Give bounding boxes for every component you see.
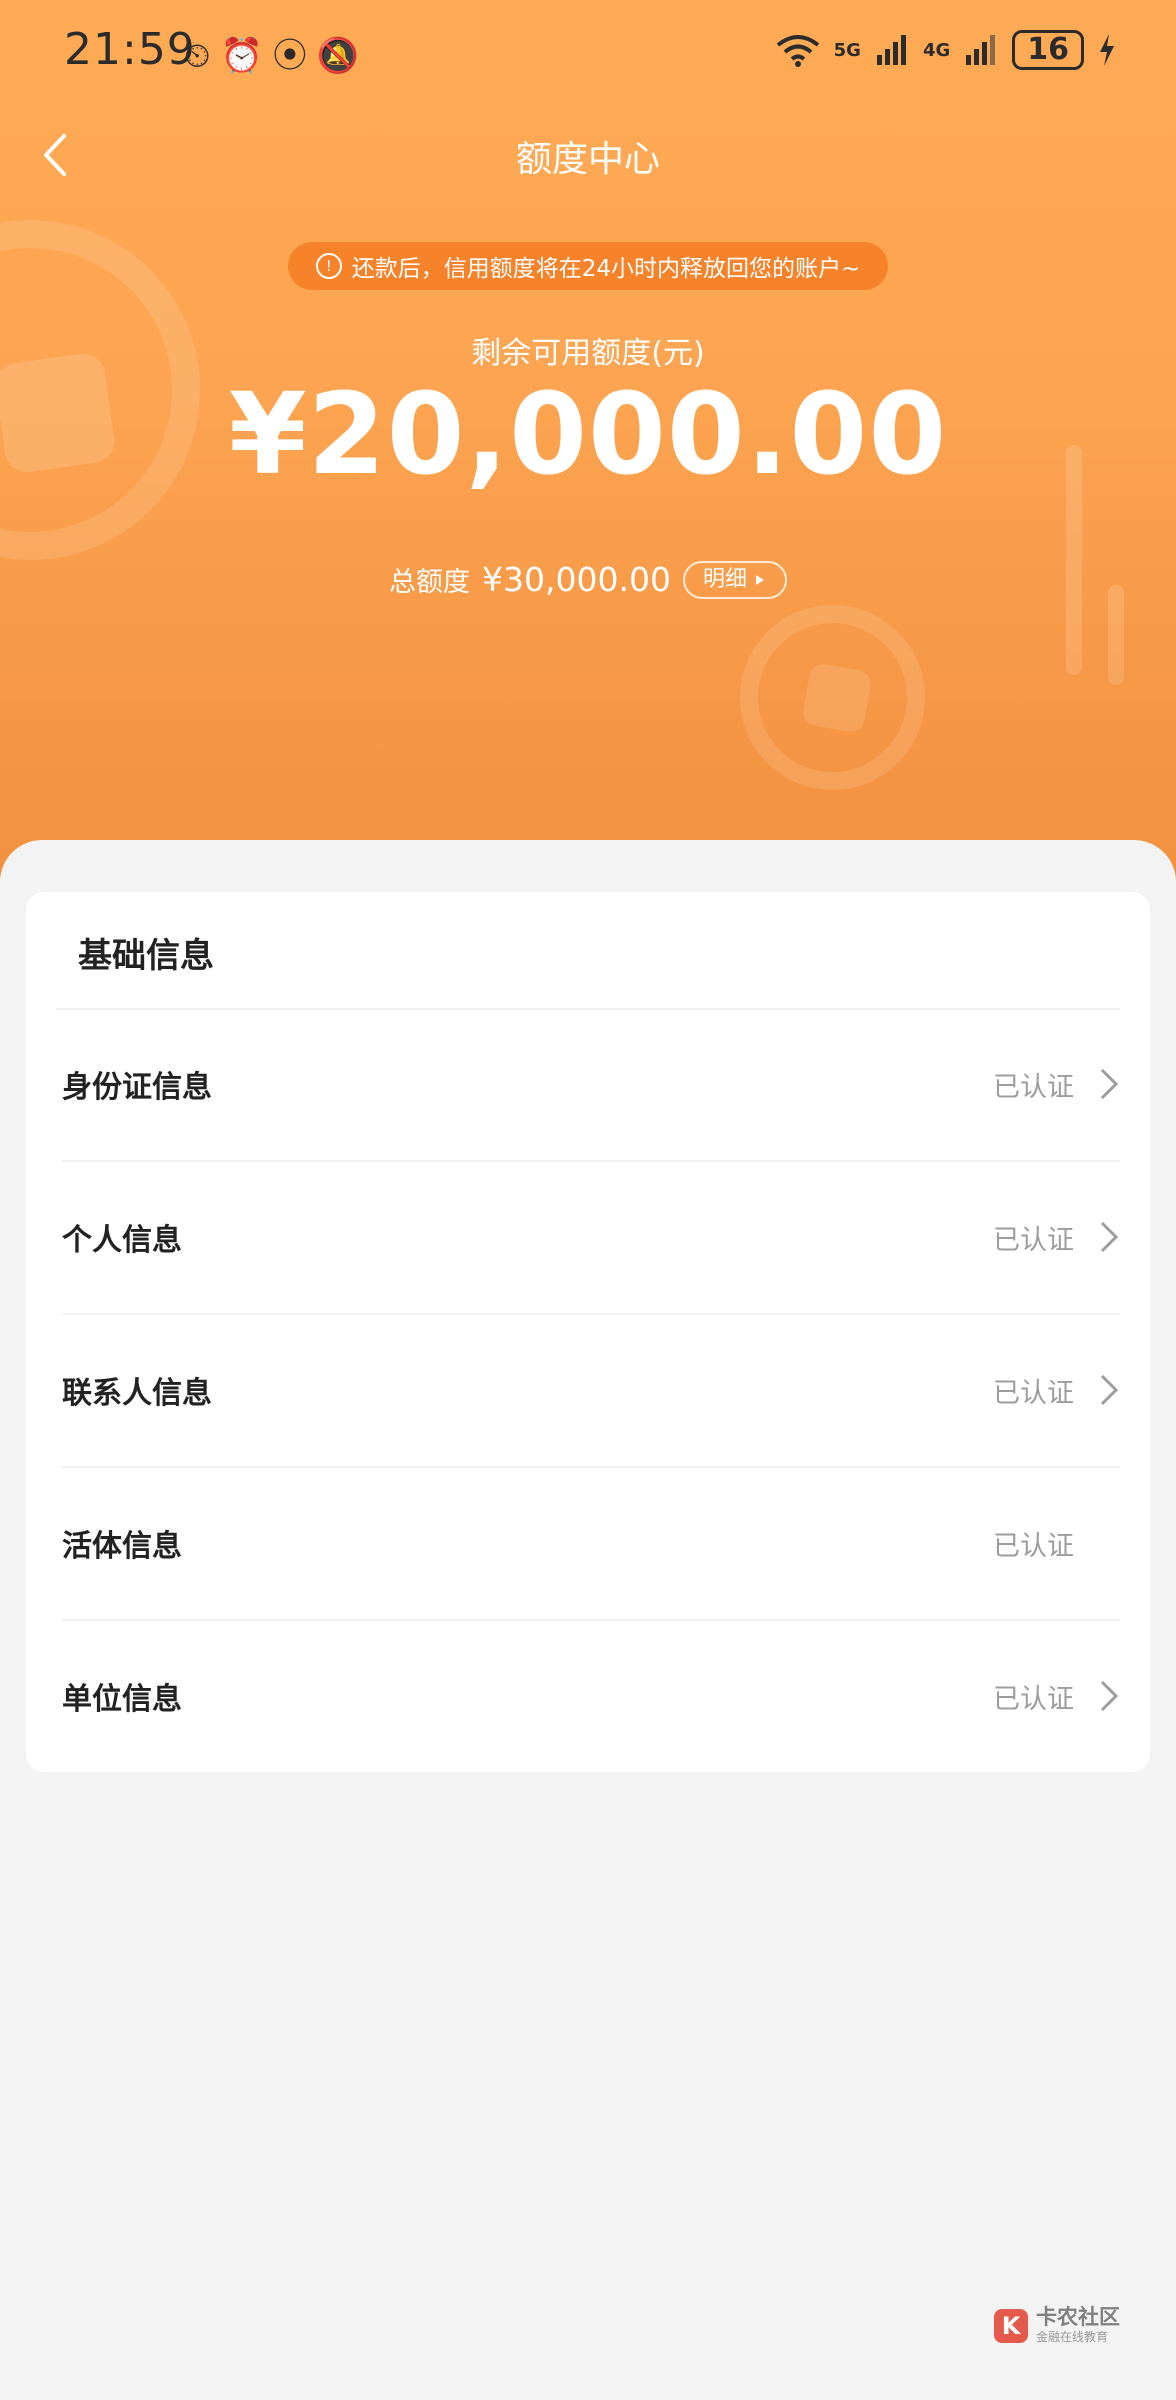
detail-label: 明细 — [702, 566, 747, 592]
network-5g-label: 5G — [833, 39, 861, 61]
chevron-right-icon — [1100, 1221, 1119, 1253]
charging-icon — [1100, 34, 1114, 66]
available-credit-label: 剩余可用额度(元) — [471, 336, 705, 371]
battery-level: 16 — [1012, 30, 1084, 70]
info-row-label: 活体信息 — [62, 1529, 182, 1564]
detail-button[interactable]: 明细 — [682, 560, 787, 599]
watermark-subtitle: 金融在线教育 — [1036, 2330, 1109, 2344]
info-row-label: 联系人信息 — [62, 1376, 212, 1411]
status-icons: ⏲⏰⦿🔕 — [184, 36, 370, 76]
notice-text: 还款后，信用额度将在24小时内释放回您的账户~ — [351, 256, 861, 282]
repayment-notice: ! 还款后，信用额度将在24小时内释放回您的账户~ — [288, 242, 888, 290]
info-row-liveness: 活体信息 已认证 — [62, 1467, 1124, 1619]
verified-status: 已认证 — [993, 1224, 1074, 1256]
chevron-right-icon — [1100, 1374, 1119, 1406]
page-title: 额度中心 — [515, 139, 660, 180]
verified-status: 已认证 — [993, 1377, 1074, 1409]
verified-status: 已认证 — [993, 1683, 1074, 1715]
available-credit-amount: ¥20,000.00 — [228, 370, 948, 500]
basic-info-card: 基础信息 身份证信息 已认证 个人信息 已认证 联系人信息 已认证 活体信息 已… — [26, 892, 1150, 1772]
watermark: K 卡农社区 金融在线教育 — [994, 2306, 1120, 2345]
chevron-right-icon — [1100, 1680, 1119, 1712]
info-row-id-card[interactable]: 身份证信息 已认证 — [62, 1008, 1124, 1160]
watermark-logo: K — [994, 2308, 1028, 2343]
network-4g-label: 4G — [922, 39, 951, 61]
info-row-label: 身份证信息 — [62, 1070, 212, 1105]
watermark-name: 卡农社区 — [1036, 2305, 1120, 2329]
status-bar: 21:59 ⏲⏰⦿🔕 5G 4G 16 — [0, 0, 1176, 100]
signal-icon — [876, 35, 906, 65]
info-row-label: 单位信息 — [62, 1682, 182, 1717]
info-row-personal[interactable]: 个人信息 已认证 — [62, 1161, 1124, 1313]
info-row-label: 个人信息 — [62, 1223, 182, 1258]
info-row-contacts[interactable]: 联系人信息 已认证 — [62, 1314, 1124, 1466]
total-credit-label: 总额度 — [389, 567, 471, 598]
total-credit-row: 总额度 ¥30,000.00 明细 — [0, 560, 1176, 599]
info-row-employer[interactable]: 单位信息 已认证 — [62, 1620, 1124, 1772]
status-time: 21:59 — [64, 24, 196, 75]
verified-status: 已认证 — [993, 1530, 1074, 1562]
play-arrow-icon — [755, 574, 764, 585]
decor-bar — [1108, 585, 1124, 685]
chevron-right-icon — [1100, 1068, 1119, 1100]
wifi-icon — [776, 35, 819, 67]
coin-decoration — [740, 605, 925, 790]
status-right-icons: 5G 4G 16 — [776, 30, 1116, 70]
signal-icon — [966, 35, 996, 65]
section-title: 基础信息 — [78, 936, 214, 976]
info-icon: ! — [315, 253, 342, 279]
total-credit-amount: ¥30,000.00 — [482, 560, 671, 599]
verified-status: 已认证 — [993, 1071, 1074, 1103]
